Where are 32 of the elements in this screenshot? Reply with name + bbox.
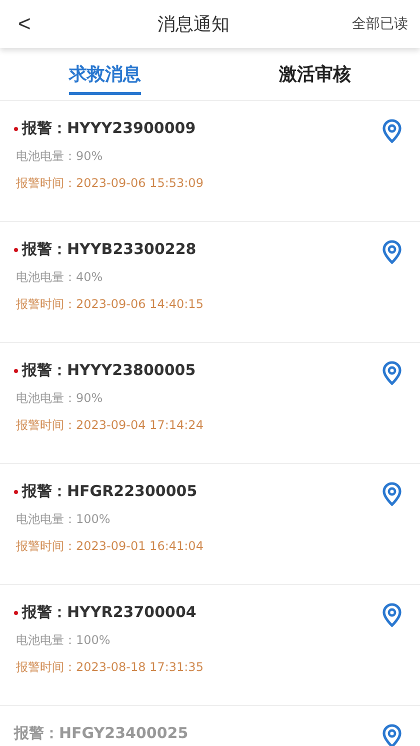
tab[interactable]: 激活审核 (210, 48, 420, 100)
alert-time: 报警时间：2023-09-04 17:14:24 (15, 417, 204, 434)
alert-title: 报警：HFGR22300005 (22, 482, 198, 501)
location-pin-icon[interactable] (382, 240, 402, 264)
battery-level: 电池电量：100% (15, 632, 112, 649)
battery-level: 电池电量：100% (15, 511, 112, 528)
location-pin-icon[interactable] (382, 724, 402, 746)
alert-title: 报警：HFGY23400025 (14, 724, 188, 743)
alert-card[interactable]: 报警：HYYB23300228 电池电量：40% 报警时间：2023-09-06 14:40:15 (0, 222, 420, 343)
location-pin-icon[interactable] (382, 361, 402, 385)
location-pin-icon[interactable] (382, 482, 402, 506)
alert-time: 报警时间：2023-09-06 14:40:15 (15, 296, 204, 313)
battery-level: 电池电量：90% (15, 148, 104, 165)
page-title: 消息通知 (157, 13, 230, 36)
mark-all-read-button[interactable]: 全部已读 (352, 15, 408, 33)
battery-level: 电池电量：90% (15, 390, 104, 407)
alert-card[interactable]: 报警：HYYY23900009 电池电量：90% 报警时间：2023-09-06 15:53:09 (0, 101, 420, 222)
alert-time: 报警时间：2023-08-18 17:31:35 (15, 659, 204, 676)
alert-card[interactable]: 报警：HYYR23700004 电池电量：100% 报警时间：2023-08-18 17:31:35 (0, 585, 420, 706)
alert-time: 报警时间：2023-09-01 16:41:04 (15, 538, 204, 555)
alert-card[interactable]: 报警：HYYY23800005 电池电量：90% 报警时间：2023-09-04 17:14:24 (0, 343, 420, 464)
alert-time: 报警时间：2023-09-06 15:53:09 (15, 175, 204, 192)
alert-title: 报警：HYYY23900009 (22, 119, 196, 138)
alert-title: 报警：HYYY23800005 (22, 361, 196, 380)
alert-title: 报警：HYYR23700004 (22, 603, 196, 622)
alert-card[interactable]: 报警：HFGR22300005 电池电量：100% 报警时间：2023-09-01 16:41:04 (0, 464, 420, 585)
alert-title: 报警：HYYB23300228 (22, 240, 196, 259)
tab[interactable]: 求救消息 (0, 48, 210, 100)
battery-level: 电池电量：40% (15, 269, 104, 286)
location-pin-icon[interactable] (382, 603, 402, 627)
back-button[interactable]: < (14, 11, 35, 37)
location-pin-icon[interactable] (382, 119, 402, 143)
